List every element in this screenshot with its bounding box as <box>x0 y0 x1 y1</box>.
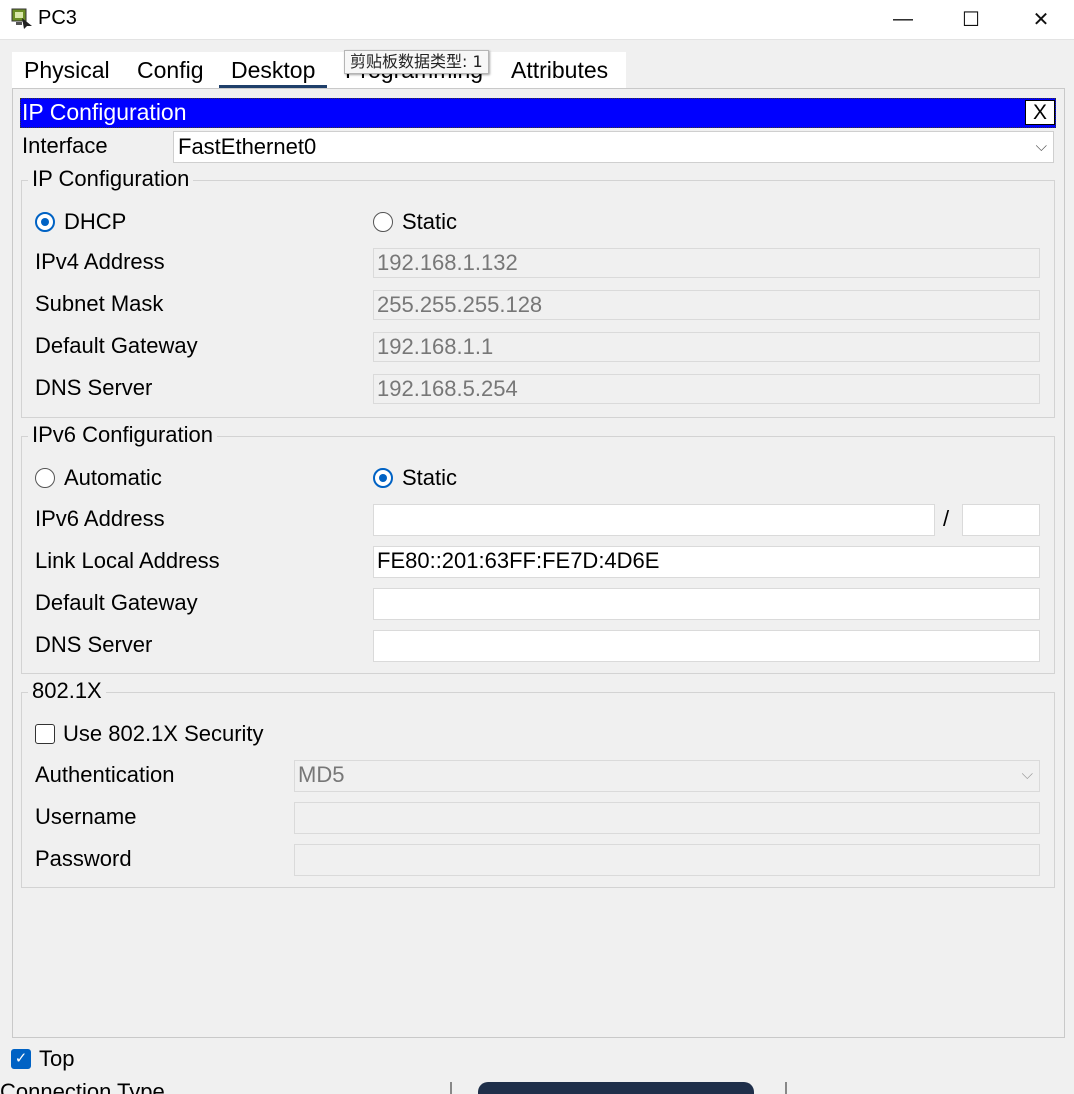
use-8021x-checkbox[interactable] <box>35 724 55 744</box>
authentication-label: Authentication <box>35 762 175 787</box>
authentication-select-value: MD5 <box>298 762 345 787</box>
ipv6-static-radio[interactable] <box>373 468 393 488</box>
ipv6-gateway-label: Default Gateway <box>35 590 198 615</box>
window-title: PC3 <box>38 7 77 29</box>
underlying-button <box>478 1082 754 1094</box>
ipv4-address-label: IPv4 Address <box>35 249 165 274</box>
minimize-icon: — <box>893 7 913 30</box>
subnet-mask-label: Subnet Mask <box>35 291 164 316</box>
close-window-button[interactable]: ✕ <box>1006 0 1074 38</box>
connection-type-label: Connection Type <box>0 1080 165 1094</box>
ipv6-address-field[interactable] <box>373 504 935 536</box>
username-label: Username <box>35 804 137 829</box>
ip-config-close-button[interactable]: X <box>1025 100 1055 125</box>
ipv4-address-field[interactable]: 192.168.1.132 <box>373 248 1040 278</box>
username-field[interactable] <box>294 802 1040 834</box>
ipv6-automatic-radio[interactable] <box>35 468 55 488</box>
password-field[interactable] <box>294 844 1040 876</box>
checkmark-icon: ✓ <box>14 1050 28 1067</box>
link-local-label: Link Local Address <box>35 548 220 573</box>
ipv6-prefix-field[interactable] <box>962 504 1040 536</box>
ipv4-config-legend: IP Configuration <box>28 166 194 192</box>
top-checkbox[interactable]: ✓ <box>11 1049 31 1069</box>
ipv4-static-radio[interactable] <box>373 212 393 232</box>
ipv6-config-legend: IPv6 Configuration <box>28 422 217 448</box>
subnet-mask-field[interactable]: 255.255.255.128 <box>373 290 1040 320</box>
minimize-button[interactable]: — <box>868 0 938 38</box>
password-label: Password <box>35 846 132 871</box>
ipv4-gateway-field[interactable]: 192.168.1.1 <box>373 332 1040 362</box>
tab-attributes[interactable]: Attributes <box>499 52 620 88</box>
ipv4-dns-field[interactable]: 192.168.5.254 <box>373 374 1040 404</box>
divider <box>785 1082 787 1094</box>
interface-select[interactable]: FastEthernet0 ⌵ <box>173 131 1054 163</box>
ipv6-dns-field[interactable] <box>373 630 1040 662</box>
top-label: Top <box>39 1046 75 1071</box>
tab-config[interactable]: Config <box>125 52 215 88</box>
ipv6-address-label: IPv6 Address <box>35 506 165 531</box>
link-local-field[interactable]: FE80::201:63FF:FE7D:4D6E <box>373 546 1040 578</box>
interface-select-value: FastEthernet0 <box>178 134 317 159</box>
dot1x-legend: 802.1X <box>28 678 106 704</box>
interface-label: Interface <box>22 133 108 158</box>
authentication-select[interactable]: MD5 ⌵ <box>294 760 1040 792</box>
ipv6-static-label: Static <box>402 465 458 490</box>
divider <box>450 1082 452 1094</box>
dhcp-radio[interactable] <box>35 212 55 232</box>
ip-config-title-bar: IP Configuration <box>20 98 1056 128</box>
dhcp-label: DHCP <box>64 209 127 234</box>
ipv4-static-label: Static <box>402 209 458 234</box>
packet-tracer-pc-icon <box>10 6 34 30</box>
ipv6-dns-label: DNS Server <box>35 632 153 657</box>
use-8021x-label: Use 802.1X Security <box>63 721 264 746</box>
tab-desktop[interactable]: Desktop <box>219 52 328 88</box>
chevron-down-icon: ⌵ <box>1021 766 1033 783</box>
connection-type-clip: Connection Type <box>0 1080 300 1094</box>
tab-physical[interactable]: Physical <box>12 52 122 88</box>
prefix-separator: / <box>943 506 950 531</box>
ipv4-gateway-label: Default Gateway <box>35 333 198 358</box>
chevron-down-icon: ⌵ <box>1035 138 1047 155</box>
ipv6-gateway-field[interactable] <box>373 588 1040 620</box>
maximize-button[interactable]: ☐ <box>936 0 1006 38</box>
clipboard-tooltip: 剪贴板数据类型: 1 <box>344 50 489 74</box>
ipv4-dns-label: DNS Server <box>35 375 153 400</box>
ipv6-automatic-label: Automatic <box>64 465 162 490</box>
close-icon: ✕ <box>1032 8 1050 31</box>
maximize-icon: ☐ <box>962 8 980 31</box>
